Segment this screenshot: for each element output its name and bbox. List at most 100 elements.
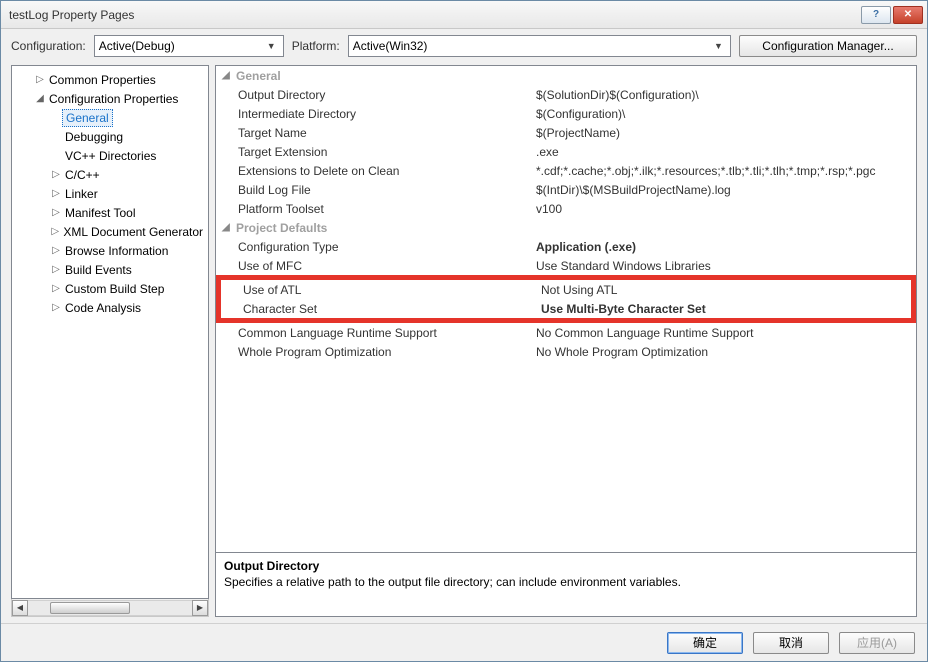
property-value[interactable]: .exe: [536, 145, 916, 159]
tree-item[interactable]: ▷Common Properties: [14, 70, 206, 89]
category-header[interactable]: ◢General: [216, 66, 916, 85]
highlighted-rows: Use of ATLNot Using ATLCharacter SetUse …: [216, 275, 916, 323]
property-row[interactable]: Intermediate Directory$(Configuration)\: [216, 104, 916, 123]
property-name: Extensions to Delete on Clean: [216, 164, 536, 178]
tree-item[interactable]: ▷Browse Information: [14, 241, 206, 260]
property-name: Output Directory: [216, 88, 536, 102]
tree-item-label: VC++ Directories: [62, 148, 159, 164]
scroll-right-icon[interactable]: ▶: [192, 600, 208, 616]
tree-item[interactable]: General: [14, 108, 206, 127]
tree-panel: ▷Common Properties◢Configuration Propert…: [11, 65, 209, 617]
tree-item-label: Browse Information: [62, 243, 171, 259]
tree-item[interactable]: VC++ Directories: [14, 146, 206, 165]
expand-icon: ▷: [34, 74, 46, 85]
property-pages-window: testLog Property Pages ? ✕ Configuration…: [0, 0, 928, 662]
tree-item-label: General: [62, 109, 113, 127]
property-name: Common Language Runtime Support: [216, 326, 536, 340]
configuration-value: Active(Debug): [99, 39, 175, 53]
property-row[interactable]: Target Name$(ProjectName): [216, 123, 916, 142]
property-value[interactable]: *.cdf;*.cache;*.obj;*.ilk;*.resources;*.…: [536, 164, 916, 178]
tree-item[interactable]: ◢Configuration Properties: [14, 89, 206, 108]
expand-icon: ▷: [50, 302, 62, 313]
work-area: ▷Common Properties◢Configuration Propert…: [1, 63, 927, 623]
footer: 确定 取消 应用(A): [1, 623, 927, 661]
expand-icon: ▷: [50, 245, 62, 256]
property-name: Use of MFC: [216, 259, 536, 273]
property-value[interactable]: Use Multi-Byte Character Set: [541, 302, 911, 316]
property-value[interactable]: v100: [536, 202, 916, 216]
tree-item-label: C/C++: [62, 167, 103, 183]
tree-item-label: Debugging: [62, 129, 126, 145]
expand-icon: ▷: [50, 207, 62, 218]
chevron-down-icon: ▼: [711, 41, 726, 51]
property-value[interactable]: No Common Language Runtime Support: [536, 326, 916, 340]
property-name: Platform Toolset: [216, 202, 536, 216]
category-header[interactable]: ◢Project Defaults: [216, 218, 916, 237]
property-name: Target Name: [216, 126, 536, 140]
tree-item-label: Build Events: [62, 262, 135, 278]
expand-icon: ▷: [50, 226, 60, 237]
property-row[interactable]: Use of ATLNot Using ATL: [221, 280, 911, 299]
tree-item-label: Linker: [62, 186, 101, 202]
property-row[interactable]: Platform Toolsetv100: [216, 199, 916, 218]
property-row[interactable]: Common Language Runtime SupportNo Common…: [216, 323, 916, 342]
tree-item[interactable]: ▷Linker: [14, 184, 206, 203]
platform-combo[interactable]: Active(Win32) ▼: [348, 35, 731, 57]
tree-item-label: Code Analysis: [62, 300, 144, 316]
property-value[interactable]: $(ProjectName): [536, 126, 916, 140]
property-row[interactable]: Whole Program OptimizationNo Whole Progr…: [216, 342, 916, 361]
collapse-icon: ◢: [222, 222, 234, 233]
tree-item[interactable]: ▷XML Document Generator: [14, 222, 206, 241]
expand-icon: ▷: [50, 188, 62, 199]
property-grid[interactable]: ◢GeneralOutput Directory$(SolutionDir)$(…: [215, 65, 917, 553]
tree-hscrollbar[interactable]: ◀ ▶: [11, 599, 209, 617]
property-value[interactable]: $(Configuration)\: [536, 107, 916, 121]
apply-button: 应用(A): [839, 632, 915, 654]
expand-icon: ▷: [50, 264, 62, 275]
property-value[interactable]: $(IntDir)\$(MSBuildProjectName).log: [536, 183, 916, 197]
property-name: Whole Program Optimization: [216, 345, 536, 359]
cancel-button[interactable]: 取消: [753, 632, 829, 654]
property-row[interactable]: Build Log File$(IntDir)\$(MSBuildProject…: [216, 180, 916, 199]
tree-item[interactable]: Debugging: [14, 127, 206, 146]
property-row[interactable]: Use of MFCUse Standard Windows Libraries: [216, 256, 916, 275]
scroll-track[interactable]: [28, 600, 192, 616]
platform-label: Platform:: [292, 39, 340, 53]
property-row[interactable]: Configuration TypeApplication (.exe): [216, 237, 916, 256]
tree-item-label: Custom Build Step: [62, 281, 167, 297]
configuration-combo[interactable]: Active(Debug) ▼: [94, 35, 284, 57]
tree-item[interactable]: ▷C/C++: [14, 165, 206, 184]
platform-value: Active(Win32): [353, 39, 428, 53]
config-bar: Configuration: Active(Debug) ▼ Platform:…: [1, 29, 927, 63]
property-value[interactable]: Use Standard Windows Libraries: [536, 259, 916, 273]
property-name: Configuration Type: [216, 240, 536, 254]
property-row[interactable]: Target Extension.exe: [216, 142, 916, 161]
property-row[interactable]: Extensions to Delete on Clean*.cdf;*.cac…: [216, 161, 916, 180]
property-row[interactable]: Character SetUse Multi-Byte Character Se…: [221, 299, 911, 318]
chevron-down-icon: ▼: [264, 41, 279, 51]
property-name: Use of ATL: [221, 283, 541, 297]
description-panel: Output Directory Specifies a relative pa…: [215, 553, 917, 617]
property-name: Target Extension: [216, 145, 536, 159]
property-name: Character Set: [221, 302, 541, 316]
property-value[interactable]: Not Using ATL: [541, 283, 911, 297]
tree-item[interactable]: ▷Build Events: [14, 260, 206, 279]
property-row[interactable]: Output Directory$(SolutionDir)$(Configur…: [216, 85, 916, 104]
category-tree[interactable]: ▷Common Properties◢Configuration Propert…: [11, 65, 209, 599]
ok-button[interactable]: 确定: [667, 632, 743, 654]
tree-item[interactable]: ▷Custom Build Step: [14, 279, 206, 298]
tree-item[interactable]: ▷Manifest Tool: [14, 203, 206, 222]
titlebar: testLog Property Pages ? ✕: [1, 1, 927, 29]
scroll-thumb[interactable]: [50, 602, 130, 614]
tree-item[interactable]: ▷Code Analysis: [14, 298, 206, 317]
help-button[interactable]: ?: [861, 6, 891, 24]
property-value[interactable]: Application (.exe): [536, 240, 916, 254]
close-button[interactable]: ✕: [893, 6, 923, 24]
property-name: Intermediate Directory: [216, 107, 536, 121]
configuration-manager-button[interactable]: Configuration Manager...: [739, 35, 917, 57]
property-value[interactable]: $(SolutionDir)$(Configuration)\: [536, 88, 916, 102]
property-value[interactable]: No Whole Program Optimization: [536, 345, 916, 359]
scroll-left-icon[interactable]: ◀: [12, 600, 28, 616]
tree-item-label: Manifest Tool: [62, 205, 138, 221]
expand-icon: ▷: [50, 169, 62, 180]
